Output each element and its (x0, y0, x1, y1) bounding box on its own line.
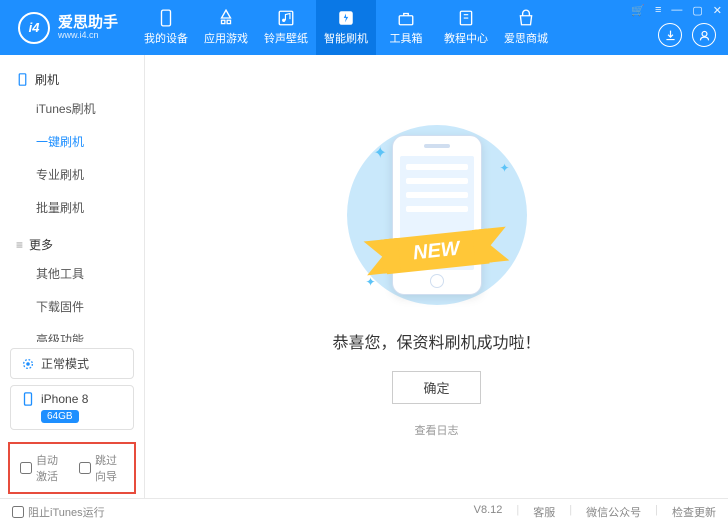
menu-icon[interactable]: ≡ (655, 4, 661, 17)
nav-item-shop[interactable]: 爱思商城 (496, 0, 556, 55)
download-button[interactable] (658, 23, 682, 47)
status-bar: 阻止iTunes运行 V8.12 | 客服 | 微信公众号 | 检查更新 (0, 498, 728, 524)
check-update-link[interactable]: 检查更新 (672, 504, 716, 520)
music-icon (277, 9, 295, 27)
logo: i4 爱思助手 www.i4.cn (0, 12, 136, 44)
block-itunes-checkbox[interactable]: 阻止iTunes运行 (12, 504, 105, 520)
device-badge: 64GB (41, 410, 79, 423)
sparkle-icon: ✦ (374, 143, 387, 163)
success-message: 恭喜您，保资料刷机成功啦！ (332, 329, 540, 353)
device-mode[interactable]: 正常模式 (10, 348, 134, 379)
device-name: iPhone 8 (41, 392, 88, 406)
phone-icon (16, 73, 29, 86)
sidebar-section-more: ≡ 更多 (0, 232, 144, 257)
version-label: V8.12 (474, 504, 503, 520)
more-icon: ≡ (16, 238, 23, 252)
user-button[interactable] (692, 23, 716, 47)
mode-icon (21, 357, 35, 371)
nav-item-toolbox[interactable]: 工具箱 (376, 0, 436, 55)
close-icon[interactable]: ✕ (713, 4, 722, 17)
device-card[interactable]: iPhone 8 64GB (10, 385, 134, 430)
auto-activate-checkbox[interactable]: 自动激活 (20, 452, 65, 484)
top-nav: 我的设备应用游戏铃声壁纸智能刷机 工具箱 教程中心爱思商城 (136, 0, 556, 55)
minimize-icon[interactable]: — (671, 4, 682, 17)
device-mode-label: 正常模式 (41, 355, 89, 372)
sparkle-icon: ✦ (499, 161, 509, 175)
ok-button[interactable]: 确定 (392, 371, 480, 404)
cart-icon[interactable]: 🛒 (631, 4, 645, 17)
logo-title: 爱思助手 (58, 15, 118, 30)
sidebar-item[interactable]: 一键刷机 (0, 125, 144, 158)
app-header: i4 爱思助手 www.i4.cn 我的设备应用游戏铃声壁纸智能刷机 工具箱 教程中… (0, 0, 728, 55)
nav-label: 教程中心 (444, 30, 488, 46)
nav-item-phone[interactable]: 我的设备 (136, 0, 196, 55)
flash-icon (337, 9, 355, 27)
logo-subtitle: www.i4.cn (58, 30, 118, 41)
support-link[interactable]: 客服 (533, 504, 555, 520)
success-illustration: ✦ ✦ ✦ NEW (322, 115, 552, 315)
apps-icon (217, 9, 235, 27)
nav-item-book[interactable]: 教程中心 (436, 0, 496, 55)
logo-icon: i4 (18, 12, 50, 44)
nav-label: 我的设备 (144, 30, 188, 46)
nav-label: 爱思商城 (504, 30, 548, 46)
bottom-checks: 自动激活 跳过向导 (8, 442, 136, 494)
sidebar-item[interactable]: 其他工具 (0, 257, 144, 290)
view-log-link[interactable]: 查看日志 (415, 422, 459, 438)
shop-icon (517, 9, 535, 27)
nav-label: 应用游戏 (204, 30, 248, 46)
nav-item-flash[interactable]: 智能刷机 (316, 0, 376, 55)
sparkle-icon: ✦ (366, 275, 376, 289)
nav-label: 工具箱 (390, 30, 423, 46)
toolbox-icon (397, 9, 415, 27)
device-icon (21, 392, 35, 406)
nav-label: 智能刷机 (324, 30, 368, 46)
book-icon (457, 9, 475, 27)
nav-item-apps[interactable]: 应用游戏 (196, 0, 256, 55)
nav-label: 铃声壁纸 (264, 30, 308, 46)
sidebar-item[interactable]: 高级功能 (0, 323, 144, 342)
skip-guide-checkbox[interactable]: 跳过向导 (79, 452, 124, 484)
sidebar-item[interactable]: 专业刷机 (0, 158, 144, 191)
wechat-link[interactable]: 微信公众号 (586, 504, 641, 520)
sidebar: 刷机 iTunes刷机一键刷机专业刷机批量刷机 ≡ 更多 其他工具下载固件高级功… (0, 55, 145, 498)
phone-icon (157, 9, 175, 27)
sidebar-item[interactable]: 下载固件 (0, 290, 144, 323)
maximize-icon[interactable]: ▢ (692, 4, 702, 17)
sidebar-item[interactable]: 批量刷机 (0, 191, 144, 224)
sidebar-item[interactable]: iTunes刷机 (0, 92, 144, 125)
nav-item-music[interactable]: 铃声壁纸 (256, 0, 316, 55)
sidebar-section-flash: 刷机 (0, 67, 144, 92)
window-controls: 🛒 ≡ — ▢ ✕ (631, 4, 722, 17)
main-panel: ✦ ✦ ✦ NEW 恭喜您，保资料刷机成功啦！ 确定 查看日志 (145, 55, 728, 498)
